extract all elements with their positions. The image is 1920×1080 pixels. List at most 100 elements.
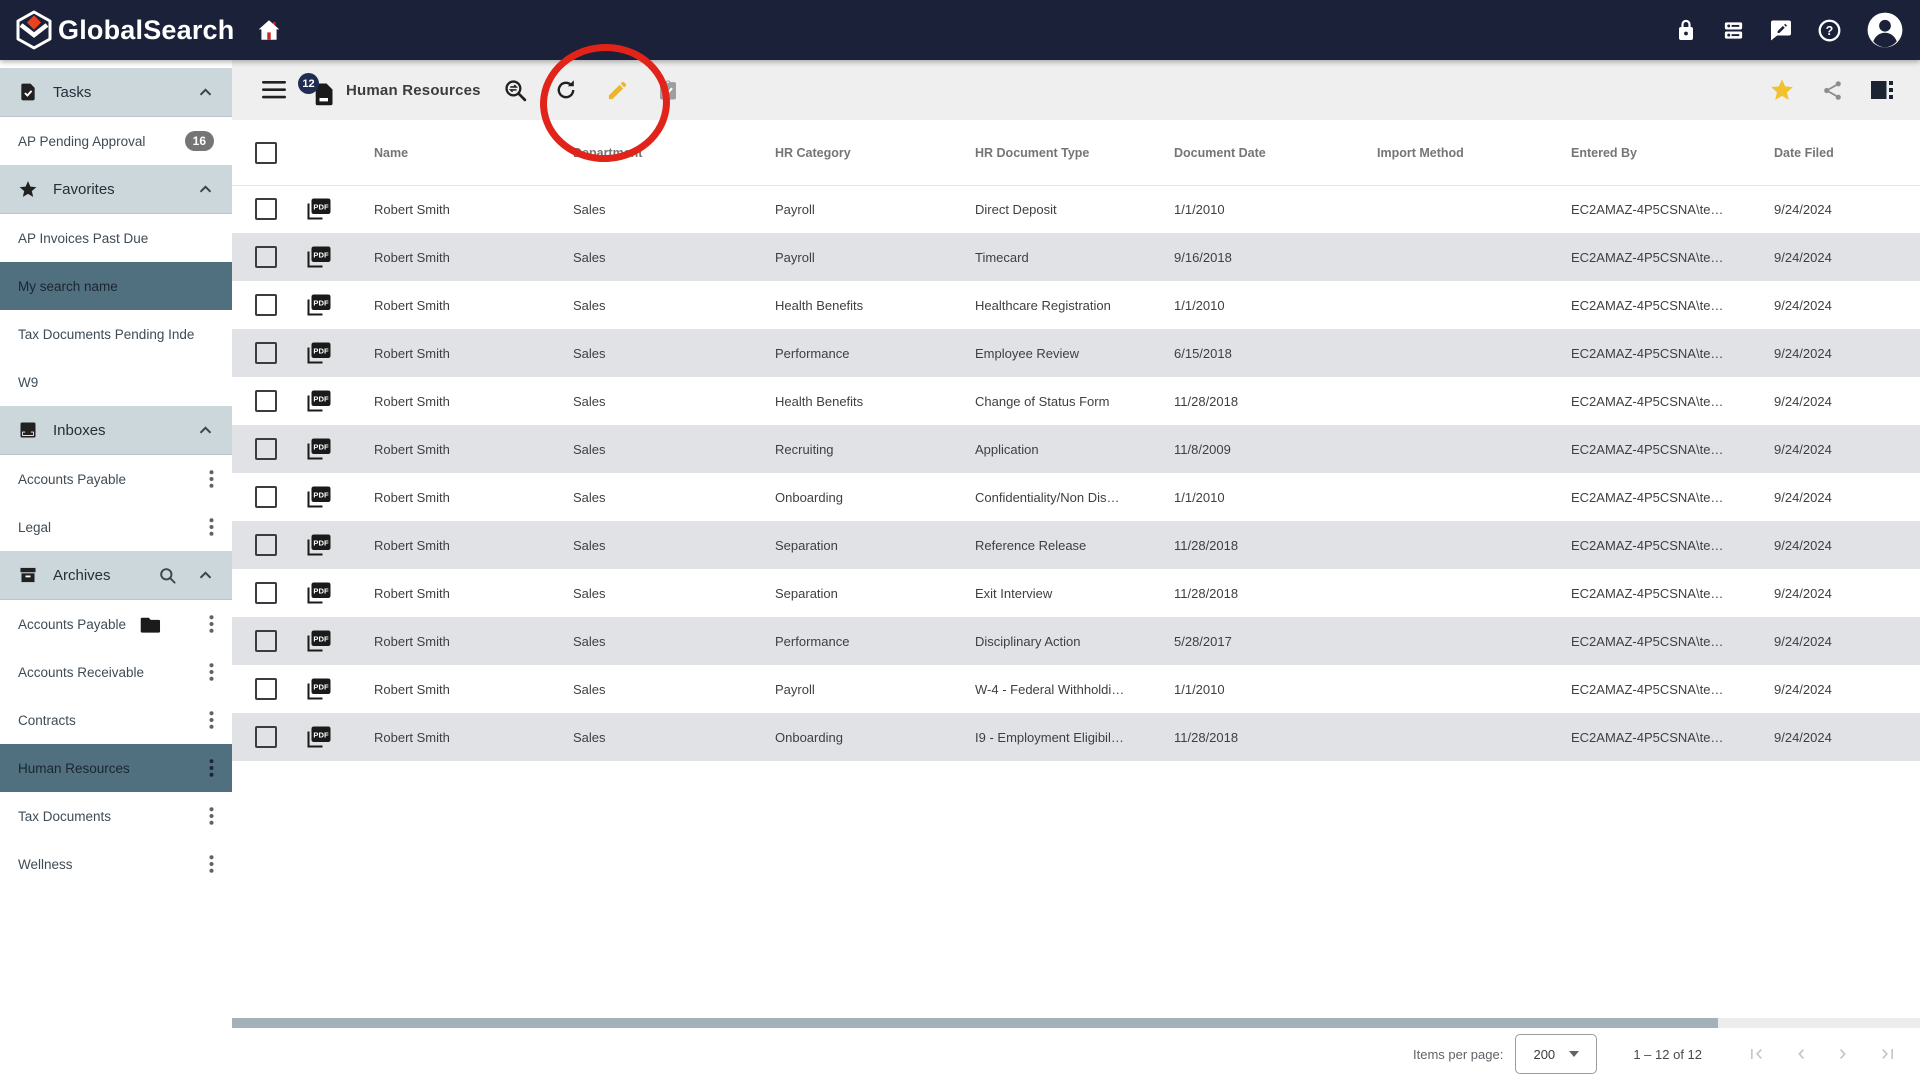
row-checkbox[interactable] <box>255 630 277 652</box>
table-row[interactable]: PDFRobert SmithSalesPerformanceEmployee … <box>232 329 1920 377</box>
column-header-date-filed[interactable]: Date Filed <box>1774 146 1920 160</box>
table-row[interactable]: PDFRobert SmithSalesRecruitingApplicatio… <box>232 425 1920 473</box>
column-header-entered-by[interactable]: Entered By <box>1571 146 1774 160</box>
column-header-hr-category[interactable]: HR Category <box>775 146 975 160</box>
edit-pencil-icon[interactable] <box>606 79 629 102</box>
row-checkbox[interactable] <box>255 534 277 556</box>
section-header-inboxes[interactable]: Inboxes <box>0 406 232 455</box>
cell-hr-category: Payroll <box>775 682 975 697</box>
items-per-page-select[interactable]: 200 <box>1515 1034 1597 1074</box>
row-checkbox[interactable] <box>255 246 277 268</box>
previous-page-icon[interactable] <box>1790 1044 1810 1064</box>
pdf-icon[interactable]: PDF <box>305 437 332 462</box>
table-row[interactable]: PDFRobert SmithSalesPayrollDirect Deposi… <box>232 185 1920 233</box>
verify-clipboard-icon[interactable] <box>657 78 679 102</box>
next-page-icon[interactable] <box>1834 1044 1854 1064</box>
help-icon[interactable]: ? <box>1817 18 1842 43</box>
table-row[interactable]: PDFRobert SmithSalesOnboardingI9 - Emplo… <box>232 713 1920 761</box>
section-header-favorites[interactable]: Favorites <box>0 165 232 214</box>
cell-document-date: 11/28/2018 <box>1174 730 1377 745</box>
favorite-star-icon[interactable] <box>1769 77 1795 103</box>
share-icon[interactable] <box>1821 79 1844 102</box>
table-row[interactable]: PDFRobert SmithSalesPayrollW-4 - Federal… <box>232 665 1920 713</box>
column-panel-icon[interactable] <box>1870 79 1894 101</box>
pdf-icon[interactable]: PDF <box>305 245 332 270</box>
kebab-menu-icon[interactable] <box>205 659 218 685</box>
column-header-document-date[interactable]: Document Date <box>1174 146 1377 160</box>
refresh-icon[interactable] <box>554 78 578 102</box>
pdf-icon[interactable]: PDF <box>305 581 332 606</box>
row-checkbox[interactable] <box>255 390 277 412</box>
column-header-name[interactable]: Name <box>374 146 573 160</box>
table-row[interactable]: PDFRobert SmithSalesPerformanceDisciplin… <box>232 617 1920 665</box>
sidebar-item-accounts-payable[interactable]: Accounts Payable <box>0 455 232 503</box>
row-checkbox[interactable] <box>255 342 277 364</box>
last-page-icon[interactable] <box>1878 1044 1898 1064</box>
sidebar-item-human-resources[interactable]: Human Resources <box>0 744 232 792</box>
column-header-import-method[interactable]: Import Method <box>1377 146 1571 160</box>
pdf-icon[interactable]: PDF <box>305 197 332 222</box>
cell-entered-by: EC2AMAZ-4P5CSNA\te… <box>1571 490 1774 505</box>
kebab-menu-icon[interactable] <box>205 514 218 540</box>
queues-icon[interactable] <box>1722 19 1745 42</box>
kebab-menu-icon[interactable] <box>205 851 218 877</box>
sidebar-item-legal[interactable]: Legal <box>0 503 232 551</box>
table-row[interactable]: PDFRobert SmithSalesOnboardingConfidenti… <box>232 473 1920 521</box>
archives-search-icon[interactable] <box>158 566 177 585</box>
pdf-icon[interactable]: PDF <box>305 485 332 510</box>
app-logo[interactable]: GlobalSearch <box>14 10 234 50</box>
sidebar-item-tax-documents[interactable]: Tax Documents <box>0 792 232 840</box>
row-checkbox[interactable] <box>255 486 277 508</box>
account-icon[interactable] <box>1866 11 1904 49</box>
sidebar-item-contracts[interactable]: Contracts <box>0 696 232 744</box>
sidebar-item-tax-documents-pending-inde[interactable]: Tax Documents Pending Inde… <box>0 310 232 358</box>
table-row[interactable]: PDFRobert SmithSalesHealth BenefitsChang… <box>232 377 1920 425</box>
cell-hr-category: Onboarding <box>775 730 975 745</box>
row-checkbox[interactable] <box>255 726 277 748</box>
pdf-icon[interactable]: PDF <box>305 341 332 366</box>
column-header-department[interactable]: Department <box>573 146 775 160</box>
cell-name: Robert Smith <box>374 394 573 409</box>
sidebar-item-my-search-name[interactable]: My search name <box>0 262 232 310</box>
section-header-archives[interactable]: Archives <box>0 551 232 600</box>
column-header-hr-document-type[interactable]: HR Document Type <box>975 146 1174 160</box>
feedback-icon[interactable] <box>1769 18 1793 42</box>
pdf-icon[interactable]: PDF <box>305 629 332 654</box>
sidebar-item-accounts-receivable[interactable]: Accounts Receivable <box>0 648 232 696</box>
row-checkbox[interactable] <box>255 198 277 220</box>
horizontal-scrollbar-thumb[interactable] <box>232 1018 1718 1028</box>
lock-icon[interactable] <box>1674 18 1698 42</box>
first-page-icon[interactable] <box>1746 1044 1766 1064</box>
pdf-icon[interactable]: PDF <box>305 389 332 414</box>
row-checkbox[interactable] <box>255 438 277 460</box>
table-row[interactable]: PDFRobert SmithSalesPayrollTimecard9/16/… <box>232 233 1920 281</box>
kebab-menu-icon[interactable] <box>205 611 218 637</box>
sidebar-item-ap-pending-approval[interactable]: AP Pending Approval16 <box>0 117 232 165</box>
refine-search-icon[interactable] <box>503 78 528 103</box>
menu-icon[interactable] <box>262 81 286 99</box>
sidebar-item-wellness[interactable]: Wellness <box>0 840 232 888</box>
table-row[interactable]: PDFRobert SmithSalesHealth BenefitsHealt… <box>232 281 1920 329</box>
kebab-menu-icon[interactable] <box>205 803 218 829</box>
table-row[interactable]: PDFRobert SmithSalesSeparationExit Inter… <box>232 569 1920 617</box>
kebab-menu-icon[interactable] <box>205 707 218 733</box>
kebab-menu-icon[interactable] <box>205 755 218 781</box>
items-per-page-value: 200 <box>1533 1047 1555 1062</box>
sidebar-item-w9[interactable]: W9 <box>0 358 232 406</box>
home-button[interactable] <box>256 17 282 43</box>
row-checkbox[interactable] <box>255 294 277 316</box>
kebab-menu-icon[interactable] <box>205 466 218 492</box>
pdf-icon[interactable]: PDF <box>305 533 332 558</box>
cell-hr-document-type: Timecard <box>975 250 1174 265</box>
row-checkbox[interactable] <box>255 582 277 604</box>
pdf-icon[interactable]: PDF <box>305 677 332 702</box>
pdf-icon[interactable]: PDF <box>305 725 332 750</box>
sidebar-item-accounts-payable[interactable]: Accounts Payable <box>0 600 232 648</box>
select-all-checkbox[interactable] <box>255 142 277 164</box>
table-row[interactable]: PDFRobert SmithSalesSeparationReference … <box>232 521 1920 569</box>
cell-hr-document-type: Reference Release <box>975 538 1174 553</box>
pdf-icon[interactable]: PDF <box>305 293 332 318</box>
row-checkbox[interactable] <box>255 678 277 700</box>
section-header-tasks[interactable]: Tasks <box>0 68 232 117</box>
sidebar-item-ap-invoices-past-due[interactable]: AP Invoices Past Due <box>0 214 232 262</box>
